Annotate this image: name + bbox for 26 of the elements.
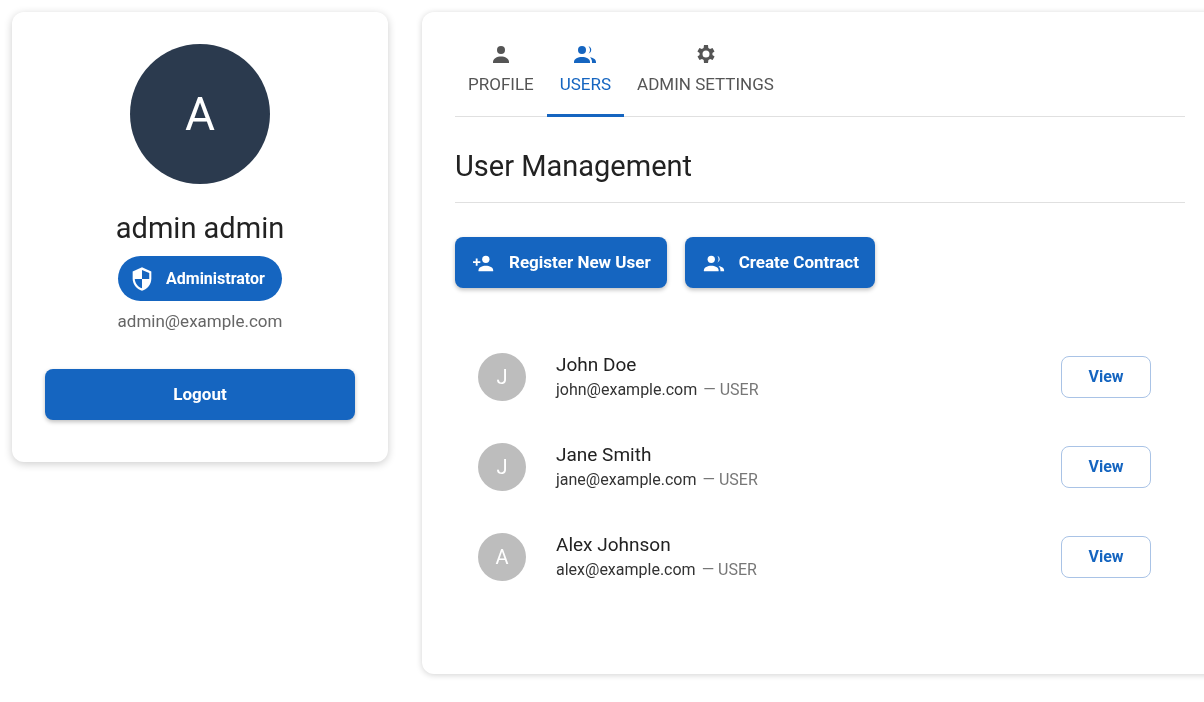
- profile-email: admin@example.com: [117, 310, 283, 334]
- view-button[interactable]: View: [1061, 446, 1151, 489]
- user-email: jane@example.com: [556, 469, 697, 492]
- user-email: john@example.com: [556, 379, 698, 402]
- tab[interactable]: ADMIN SETTINGS: [624, 34, 787, 117]
- user-role: — USER: [702, 469, 758, 492]
- tab[interactable]: USERS: [546, 34, 625, 117]
- profile-avatar: A: [130, 44, 270, 184]
- view-button[interactable]: View: [1061, 536, 1151, 579]
- action-button[interactable]: Create Contract: [684, 237, 875, 288]
- user-email: alex@example.com: [556, 559, 696, 582]
- logout-button[interactable]: Logout: [45, 368, 355, 420]
- user-name: Alex Johnson: [556, 532, 672, 559]
- user-role: — USER: [703, 379, 759, 402]
- user-avatar: J: [478, 353, 526, 402]
- tab[interactable]: PROFILE: [455, 34, 547, 117]
- role-label: Administrator: [166, 267, 265, 290]
- user-avatar: J: [478, 443, 526, 492]
- user-name: John Doe: [556, 352, 638, 378]
- user-avatar: A: [478, 533, 526, 582]
- section-heading: User Management: [455, 144, 1185, 203]
- view-button[interactable]: View: [1061, 356, 1151, 399]
- user-role: — USER: [701, 559, 757, 582]
- user-name: Jane Smith: [556, 442, 653, 469]
- action-button[interactable]: Register New User: [455, 237, 667, 288]
- profile-name: admin admin: [115, 210, 285, 247]
